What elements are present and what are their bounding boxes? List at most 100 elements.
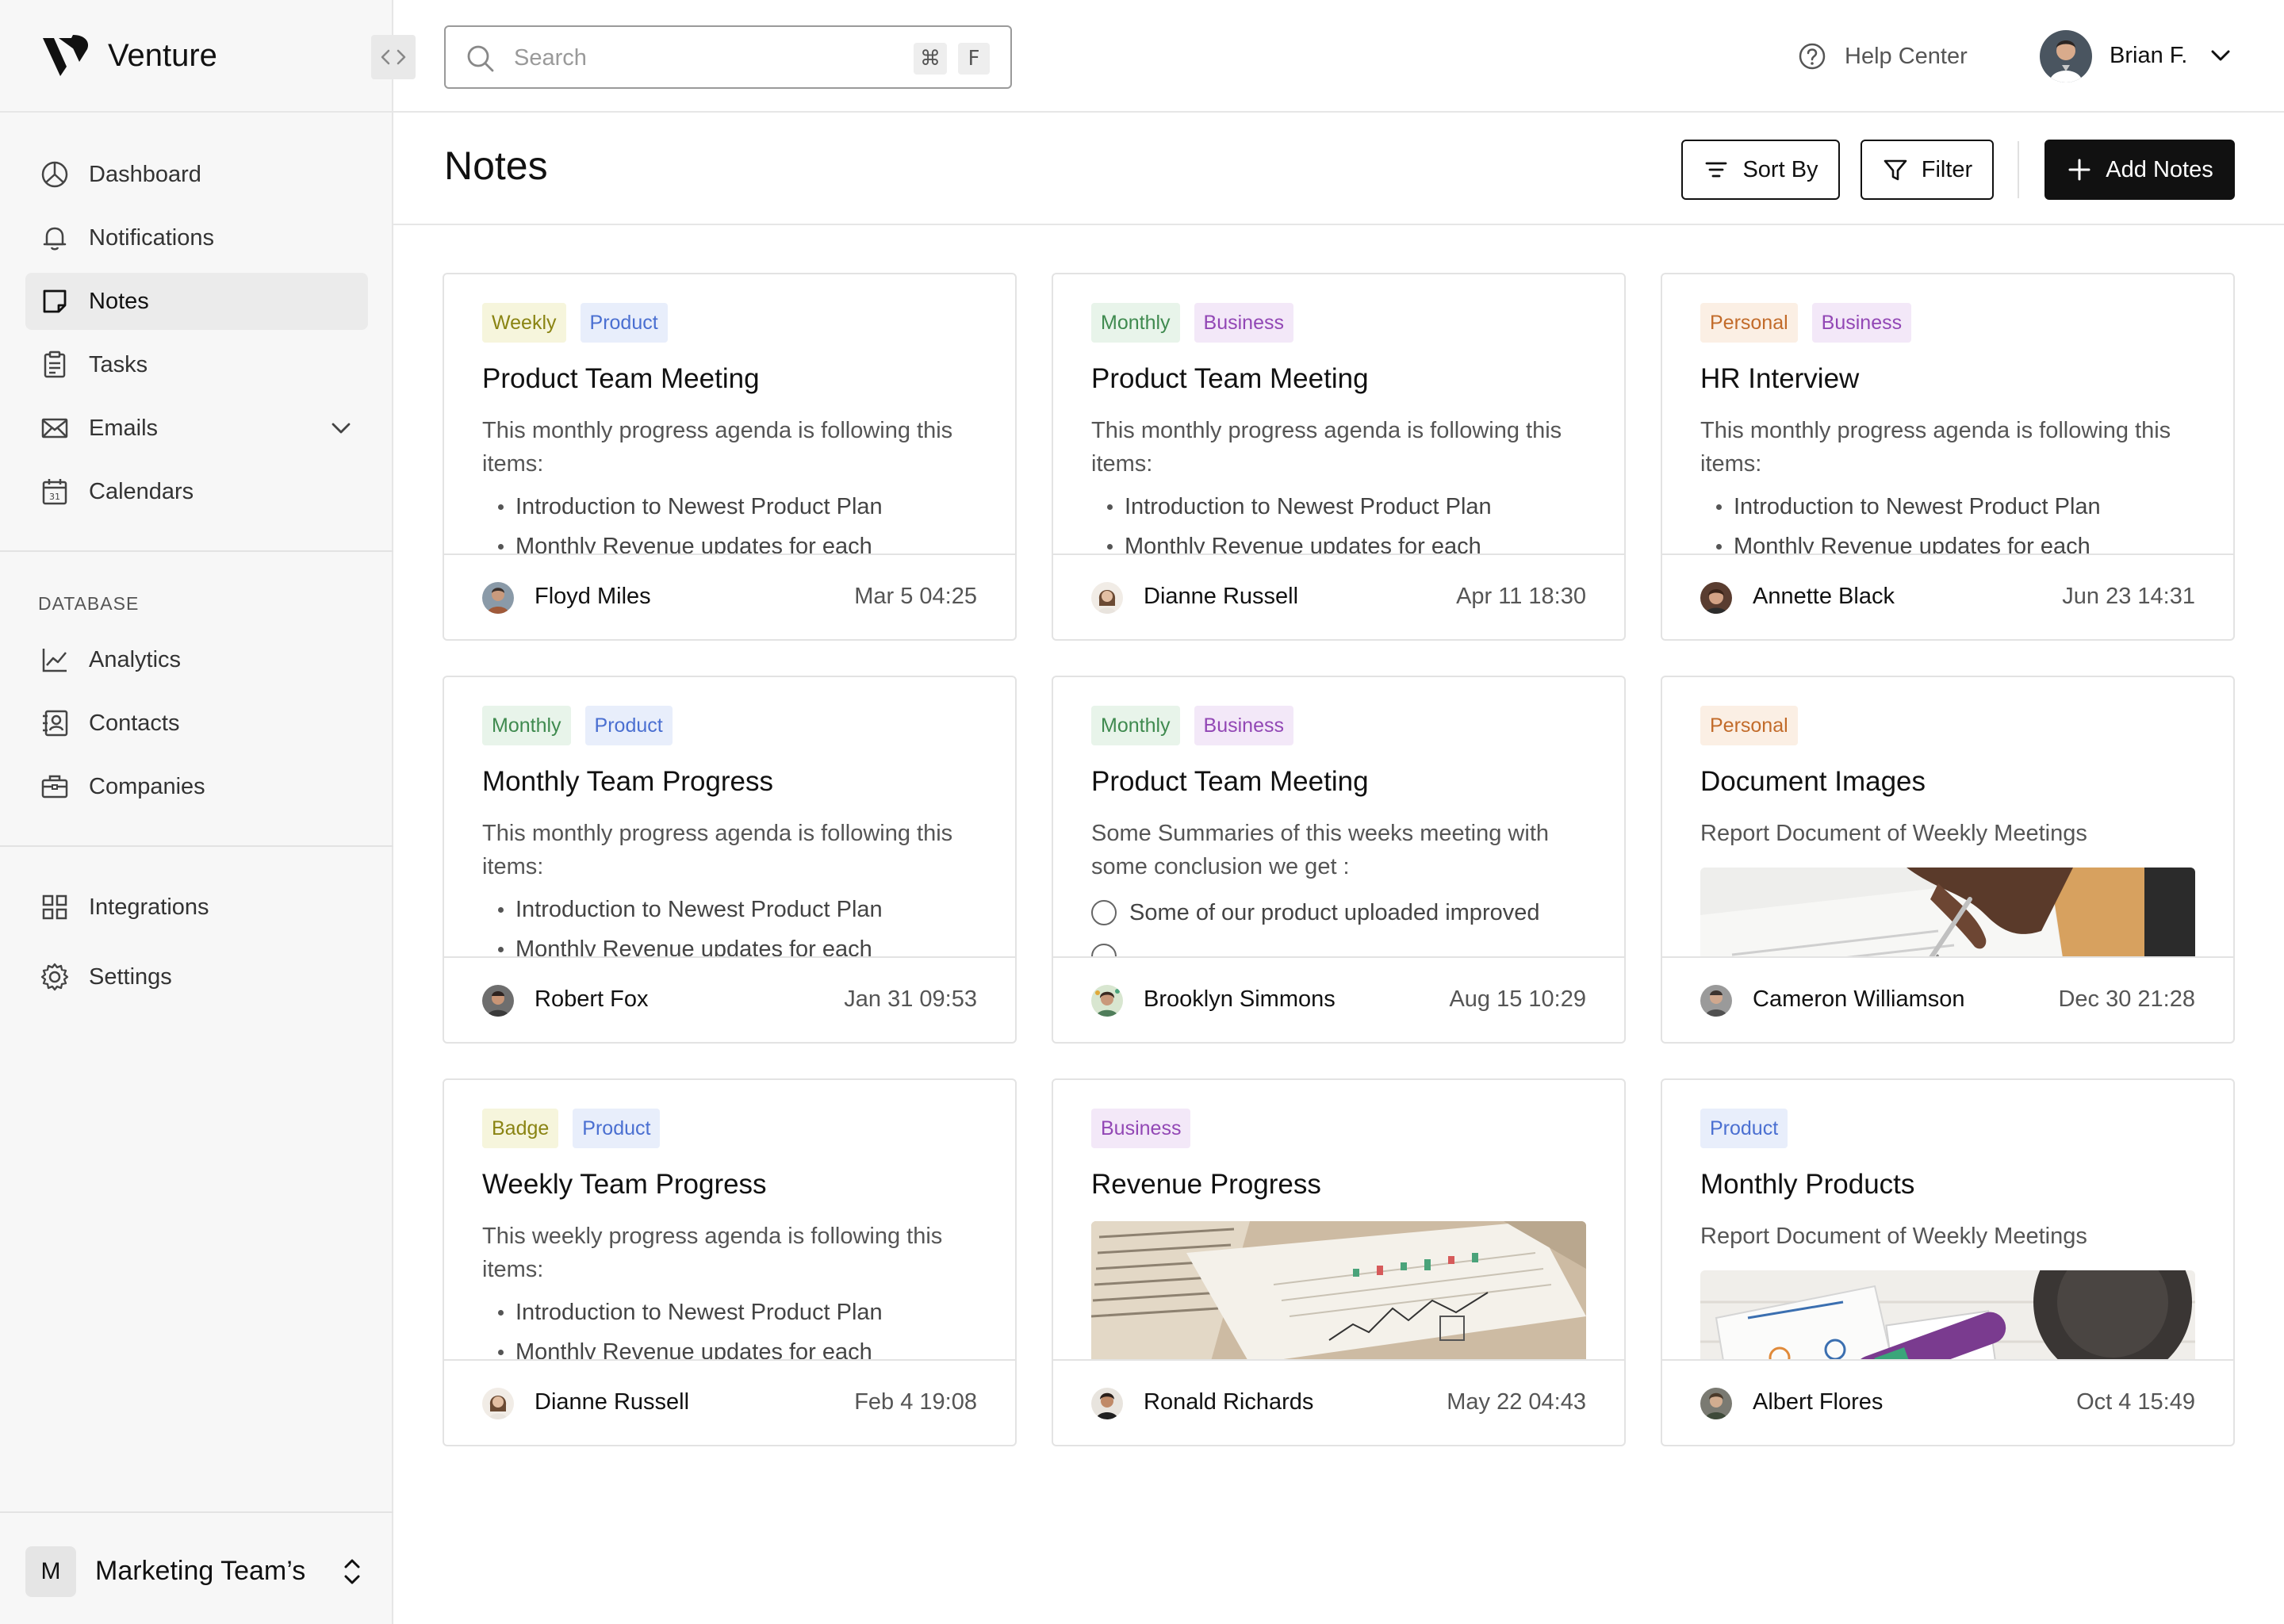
note-footer: Ronald Richards May 22 04:43 [1053, 1359, 1624, 1445]
note-card[interactable]: Personal Business HR Interview This mont… [1661, 273, 2235, 641]
desk-items-photo [1700, 1270, 2195, 1359]
note-card[interactable]: Weekly Product Product Team Meeting This… [443, 273, 1017, 641]
note-footer: Dianne Russell Feb 4 19:08 [444, 1359, 1015, 1445]
note-image[interactable] [1700, 868, 2195, 956]
note-footer: Robert Fox Jan 31 09:53 [444, 956, 1015, 1042]
sort-lines-icon [1706, 162, 1727, 178]
briefcase-icon [41, 775, 68, 799]
add-notes-label: Add Notes [2106, 156, 2213, 182]
tag-list: Business [1091, 1109, 1586, 1148]
tag[interactable]: Personal [1700, 303, 1798, 343]
note-card[interactable]: Badge Product Weekly Team Progress This … [443, 1078, 1017, 1446]
checklist-item[interactable]: Some of our product uploaded improved [1091, 893, 1586, 933]
note-bullet: Monthly Revenue updates for each [1700, 527, 2195, 553]
sidebar-item-dashboard[interactable]: Dashboard [25, 146, 368, 203]
note-icon [43, 289, 67, 313]
tag[interactable]: Business [1194, 706, 1293, 745]
sidebar-item-notifications[interactable]: Notifications [25, 209, 368, 266]
sidebar-item-notes[interactable]: Notes [25, 273, 368, 330]
chevron-down-icon[interactable] [328, 416, 354, 441]
note-image[interactable] [1091, 1221, 1586, 1359]
checkbox-circle-icon[interactable] [1091, 944, 1117, 956]
checkbox-circle-icon[interactable] [1091, 900, 1117, 925]
sidebar-item-settings[interactable]: Settings [25, 948, 368, 1005]
sidebar-item-companies[interactable]: Companies [25, 758, 368, 815]
author-name: Dianne Russell [1144, 584, 1299, 609]
author-name: Robert Fox [535, 986, 649, 1012]
sidebar-item-emails[interactable]: Emails [25, 400, 368, 457]
sidebar-item-integrations[interactable]: Integrations [25, 879, 368, 936]
page-title: Notes [444, 144, 548, 188]
search-box[interactable]: ⌘ F [444, 25, 1012, 89]
user-name[interactable]: Brian F. [2110, 43, 2187, 69]
note-card[interactable]: Monthly Business Product Team Meeting Th… [1052, 273, 1626, 641]
author-name: Floyd Miles [535, 584, 651, 609]
tag[interactable]: Badge [482, 1109, 559, 1148]
note-bullet-list: Introduction to Newest Product Plan Mont… [482, 1293, 977, 1359]
note-date: Oct 4 15:49 [2076, 1389, 2195, 1415]
sort-by-button[interactable]: Sort By [1681, 140, 1840, 200]
sidebar-item-label: Calendars [89, 478, 194, 504]
help-center-link[interactable]: Help Center [1797, 41, 1968, 71]
dashboard-icon [41, 161, 68, 188]
tag[interactable]: Product [573, 1109, 661, 1148]
note-description: This monthly progress agenda is followin… [482, 821, 953, 879]
author-avatar [1700, 1388, 1732, 1419]
note-card-body: Business Revenue Progress [1091, 1109, 1586, 1359]
tag[interactable]: Product [1700, 1109, 1788, 1148]
note-card[interactable]: Personal Document Images Report Document… [1661, 676, 2235, 1044]
tag[interactable]: Monthly [1091, 303, 1180, 343]
search-icon [467, 45, 494, 72]
note-description: This weekly progress agenda is following… [482, 1224, 943, 1282]
tag[interactable]: Personal [1700, 706, 1798, 745]
tag[interactable]: Business [1194, 303, 1293, 343]
note-bullet-list: Introduction to Newest Product Plan Mont… [482, 487, 977, 553]
sidebar-item-analytics[interactable]: Analytics [25, 631, 368, 688]
tag[interactable]: Monthly [1091, 706, 1180, 745]
sidebar-item-contacts[interactable]: Contacts [25, 695, 368, 752]
search-input[interactable] [514, 40, 887, 76]
author-avatar [482, 1388, 514, 1419]
user-avatar[interactable] [2040, 30, 2092, 82]
note-card-body: Monthly Business Product Team Meeting So… [1091, 706, 1586, 956]
tag-list: Weekly Product [482, 303, 977, 343]
tag[interactable]: Monthly [482, 706, 571, 745]
author-avatar [1700, 985, 1732, 1017]
workspace-switcher[interactable]: M Marketing Team’s [0, 1511, 393, 1624]
note-bullet: Monthly Revenue updates for each [482, 527, 977, 553]
chevron-up-down-icon[interactable] [336, 1554, 368, 1589]
note-bullet-list: Introduction to Newest Product Plan Mont… [1091, 487, 1586, 553]
sidebar-item-label: Emails [89, 415, 159, 441]
note-card[interactable]: Business Revenue Progress Ronald Richard… [1052, 1078, 1626, 1446]
note-card[interactable]: Product Monthly Products Report Document… [1661, 1078, 2235, 1446]
author-name: Albert Flores [1753, 1389, 1884, 1415]
note-bullet: Introduction to Newest Product Plan [482, 487, 977, 527]
filter-button[interactable]: Filter [1861, 140, 1994, 200]
tag[interactable]: Weekly [482, 303, 566, 343]
tag-list: Monthly Product [482, 706, 977, 745]
sidebar-item-tasks[interactable]: Tasks [25, 336, 368, 393]
note-card-body: Badge Product Weekly Team Progress This … [482, 1109, 977, 1359]
sidebar-item-calendars[interactable]: 31 Calendars [25, 463, 368, 520]
note-footer: Cameron Williamson Dec 30 21:28 [1662, 956, 2233, 1042]
note-card[interactable]: Monthly Product Monthly Team Progress Th… [443, 676, 1017, 1044]
note-footer: Annette Black Jun 23 14:31 [1662, 553, 2233, 639]
author-avatar [1091, 985, 1123, 1017]
note-description: Report Document of Weekly Meetings [1700, 1224, 2087, 1249]
note-image[interactable] [1700, 1270, 2195, 1359]
bell-icon [43, 227, 67, 251]
venture-logo-icon[interactable] [43, 35, 90, 76]
chevron-down-icon[interactable] [2206, 41, 2235, 70]
checklist-item[interactable] [1091, 944, 1586, 956]
tag[interactable]: Product [580, 303, 668, 343]
tag[interactable]: Product [584, 706, 673, 745]
code-brackets-icon [381, 49, 406, 65]
add-notes-button[interactable]: Add Notes [2044, 140, 2235, 200]
collapse-sidebar-button[interactable] [371, 35, 416, 79]
tag[interactable]: Business [1811, 303, 1912, 343]
note-card[interactable]: Monthly Business Product Team Meeting So… [1052, 676, 1626, 1044]
sidebar-item-label: Analytics [89, 646, 182, 672]
note-bullet: Monthly Revenue updates for each [482, 929, 977, 956]
tag[interactable]: Business [1091, 1109, 1191, 1148]
note-bullet: Introduction to Newest Product Plan [482, 1293, 977, 1332]
